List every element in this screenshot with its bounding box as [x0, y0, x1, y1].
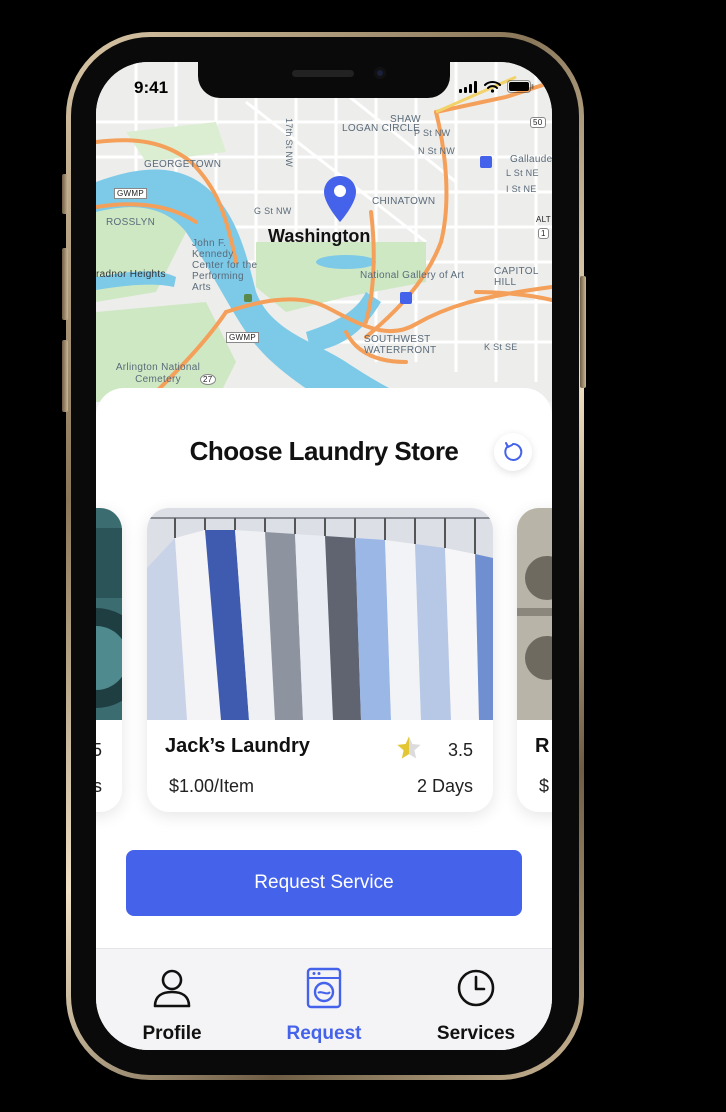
request-service-button[interactable]: Request Service — [126, 850, 522, 916]
tab-request[interactable]: Request — [248, 949, 400, 1050]
tab-label: Profile — [142, 1023, 202, 1044]
map-label-p-st: P St NW — [414, 128, 451, 138]
front-camera — [374, 67, 386, 79]
map-label-17th-st: 17th St NW — [284, 118, 294, 168]
map-label-gwmp-north: GWMP — [114, 188, 147, 199]
store-rating: 5 — [96, 740, 102, 760]
volume-down-button — [62, 340, 68, 412]
status-icons — [459, 80, 534, 93]
tab-label: Services — [436, 1023, 516, 1044]
tab-profile[interactable]: Profile — [96, 949, 248, 1050]
store-name: R — [535, 735, 550, 757]
map-label-n-st: N St NW — [418, 146, 456, 156]
mute-switch — [62, 174, 68, 214]
store-photo — [147, 508, 493, 720]
map-label-alt: ALT — [536, 215, 551, 224]
map-label-gwmp-south: GWMP — [226, 332, 259, 343]
refresh-icon — [504, 442, 523, 461]
map-label-georgetown: GEORGETOWN — [144, 159, 222, 170]
map-label-southwest-waterfront: SOUTHWEST WATERFRONT — [364, 334, 437, 356]
store-name: Jack’s Laundry — [165, 735, 310, 757]
store-days: s — [96, 776, 102, 796]
power-button — [580, 276, 586, 388]
refresh-button[interactable] — [494, 433, 532, 471]
clock-icon — [457, 969, 495, 1007]
store-price: $1.00/Item — [169, 776, 255, 796]
tab-label: Request — [286, 1023, 362, 1044]
star-rating-icon — [397, 736, 421, 759]
store-card[interactable]: 5 s — [96, 508, 122, 812]
store-days: 2 Days — [416, 776, 473, 796]
store-rating: 3.5 — [447, 740, 473, 760]
notch — [198, 62, 450, 98]
sheet-title: Choose Laundry Store — [189, 436, 459, 466]
map-label-gallaudet: Gallaude — [510, 154, 552, 165]
store-card[interactable]: R $ — [517, 508, 552, 812]
map-label-kennedy-center: John F. Kennedy Center for the Performin… — [192, 238, 258, 293]
map-label-g-st: G St NW — [254, 206, 292, 216]
map-label-chinatown: CHINATOWN — [372, 196, 436, 207]
phone-screen: GEORGETOWN ROSSLYN LOGAN CIRCLE CHINATOW… — [96, 62, 552, 1050]
map-label-national-gallery: National Gallery of Art — [360, 270, 465, 281]
volume-up-button — [62, 248, 68, 320]
map-label-capitol-hill: CAPITOL HILL — [494, 266, 539, 288]
person-icon — [153, 969, 191, 1008]
cellular-signal-icon — [459, 80, 477, 93]
tab-bar: Profile Request Services — [96, 948, 552, 1050]
store-photo — [96, 508, 122, 720]
speaker — [292, 70, 354, 77]
map-label-route-50: 50 — [530, 117, 546, 128]
map-label-arlington-cemetery: Arlington National Cemetery — [115, 362, 201, 385]
store-picker-sheet: Choose Laundry Store 5 s Jack’s Laundry … — [96, 388, 552, 948]
wifi-icon — [484, 80, 501, 93]
location-pin-icon[interactable] — [322, 174, 358, 231]
map-label-l-st: L St NE — [506, 168, 539, 178]
battery-icon — [507, 80, 534, 93]
tab-services[interactable]: Services — [400, 949, 552, 1050]
store-price: $ — [539, 776, 550, 796]
map-label-heights: radnor Heights — [96, 269, 166, 280]
washing-machine-icon — [306, 967, 342, 1009]
map-label-k-st: K St SE — [484, 342, 518, 352]
store-card[interactable]: Jack’s Laundry 3.5 $1.00/Item 2 Days — [147, 508, 493, 812]
map-city-label: Washington — [268, 226, 371, 246]
map-label-rosslyn: ROSSLYN — [106, 217, 156, 228]
map-label-i-st: I St NE — [506, 184, 537, 194]
map-label-route-1: 1 — [538, 228, 549, 239]
map-label-route-27: 27 — [200, 374, 216, 385]
store-photo — [517, 508, 552, 720]
status-time: 9:41 — [134, 78, 169, 97]
